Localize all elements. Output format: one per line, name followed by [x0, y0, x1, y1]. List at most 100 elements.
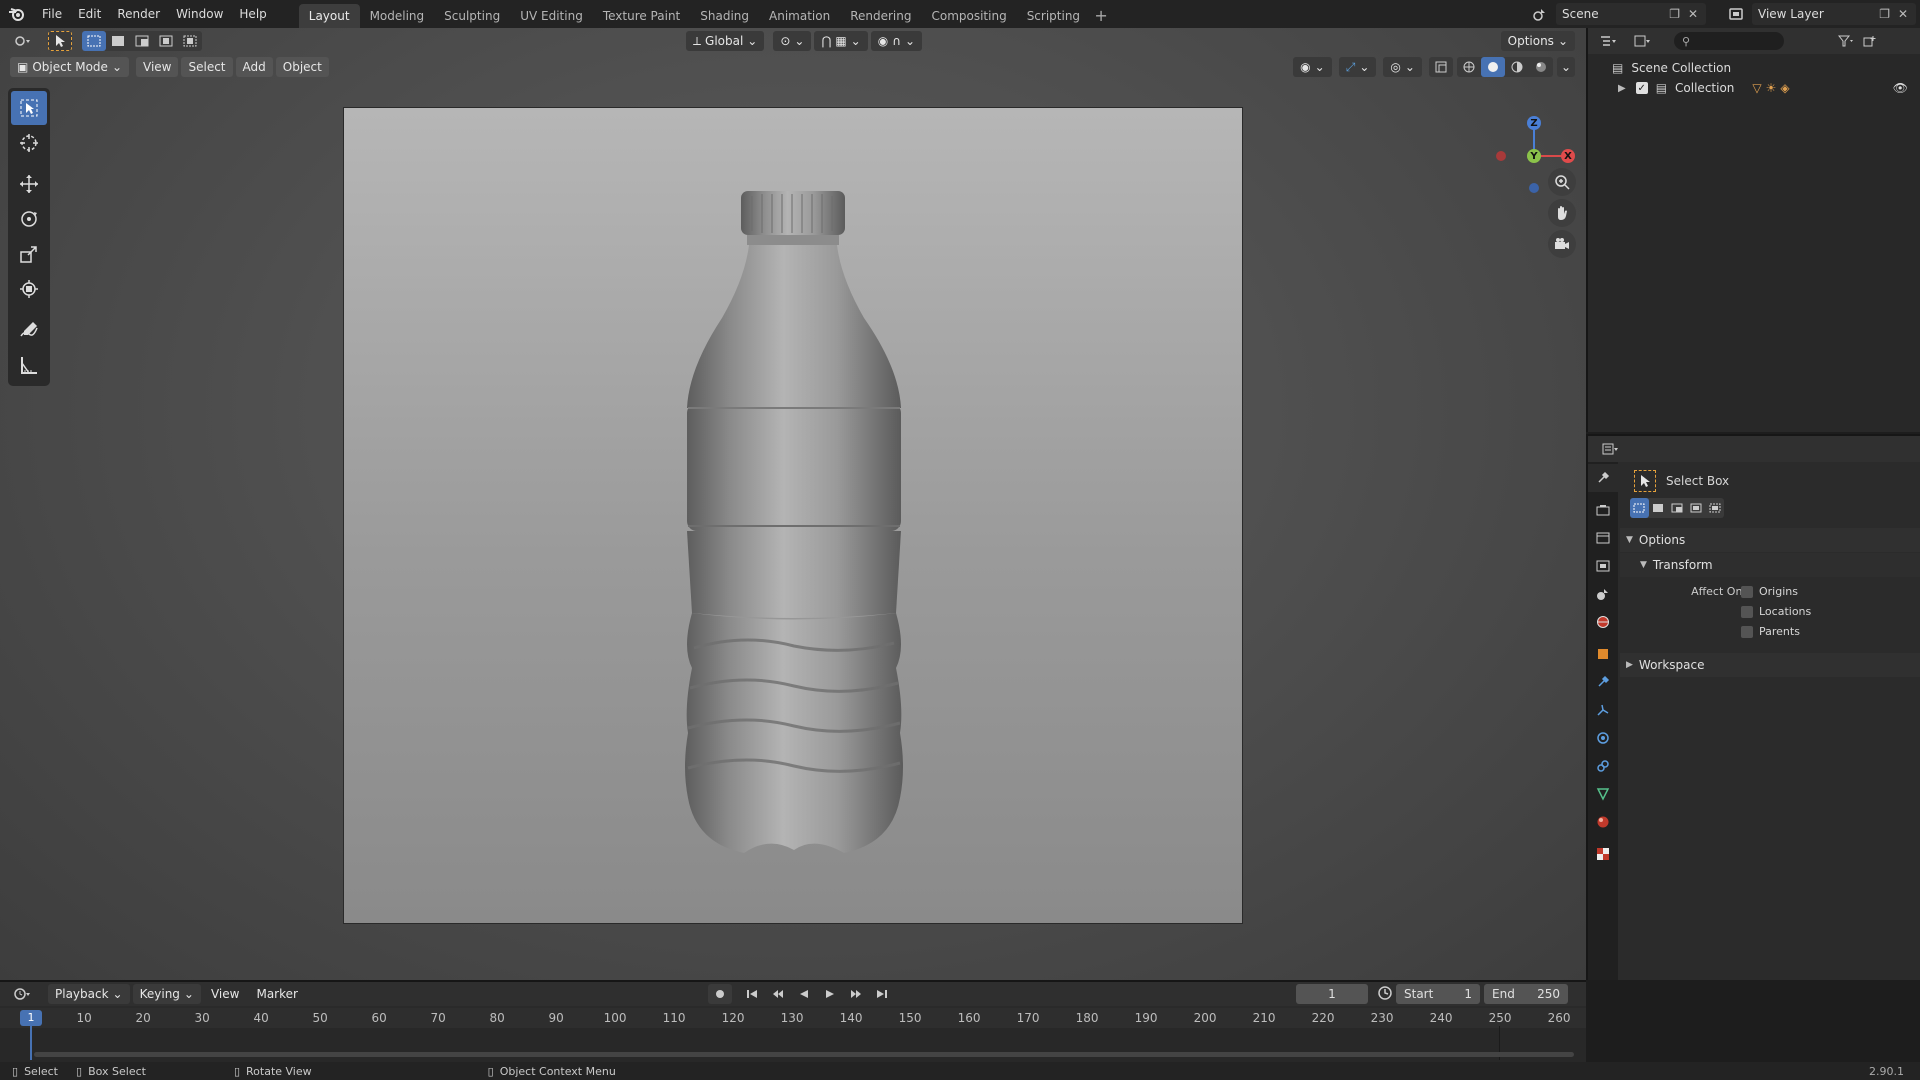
add-menu[interactable]: Add — [235, 57, 273, 77]
pivot-point-dropdown[interactable]: ⊙ ⌄ — [773, 31, 812, 51]
texture-tab-icon[interactable] — [1588, 840, 1618, 868]
view-layer-tab-icon[interactable] — [1588, 552, 1618, 580]
mode-subtract-icon[interactable] — [130, 31, 154, 51]
wireframe-shading-icon[interactable] — [1457, 57, 1481, 77]
camera-object-icon[interactable]: ▽ — [1752, 81, 1761, 95]
tool-tab-icon[interactable] — [1588, 464, 1618, 492]
properties-editor-type-icon[interactable] — [1596, 439, 1626, 459]
object-tab-icon[interactable] — [1588, 640, 1618, 668]
scene-name-field[interactable]: Scene ❐ ✕ — [1556, 3, 1706, 25]
material-tab-icon[interactable] — [1588, 808, 1618, 836]
locations-checkbox[interactable]: Locations — [1741, 605, 1811, 618]
current-frame-field[interactable]: 1 — [1296, 984, 1368, 1004]
modifier-tab-icon[interactable] — [1588, 668, 1618, 696]
constraints-tab-icon[interactable] — [1588, 752, 1618, 780]
gizmo-neg-z-axis[interactable] — [1529, 183, 1539, 193]
jump-start-icon[interactable] — [740, 984, 764, 1004]
mode-set-icon[interactable] — [82, 31, 106, 51]
overlays-dropdown[interactable]: ◎ ⌄ — [1383, 57, 1422, 77]
play-reverse-icon[interactable] — [792, 984, 816, 1004]
collection-checkbox[interactable]: ✓ — [1635, 82, 1648, 94]
menu-file[interactable]: File — [34, 3, 70, 25]
delete-view-layer-icon[interactable]: ✕ — [1898, 7, 1908, 21]
playhead[interactable]: 1 — [20, 1010, 42, 1026]
blender-logo-icon[interactable] — [0, 0, 34, 28]
menu-window[interactable]: Window — [168, 3, 231, 25]
playback-menu[interactable]: Playback ⌄ — [48, 984, 130, 1004]
mode-intersect-icon[interactable] — [1705, 498, 1724, 518]
play-icon[interactable] — [818, 984, 842, 1004]
mode-extend-icon[interactable] — [1649, 498, 1668, 518]
solid-shading-icon[interactable] — [1480, 57, 1505, 77]
menu-help[interactable]: Help — [231, 3, 274, 25]
visibility-dropdown[interactable]: ◉ ⌄ — [1293, 57, 1332, 77]
delete-scene-icon[interactable]: ✕ — [1688, 7, 1698, 21]
timeline-view-menu[interactable]: View — [204, 984, 246, 1004]
tab-sculpting[interactable]: Sculpting — [434, 4, 510, 28]
bottle-model[interactable] — [344, 108, 1244, 925]
expand-arrow-icon[interactable]: ▶ — [1618, 83, 1626, 94]
cursor-icon[interactable] — [11, 126, 47, 160]
tab-animation[interactable]: Animation — [759, 4, 840, 28]
outliner-editor-type-icon[interactable] — [1594, 31, 1624, 51]
view-layer-field[interactable]: View Layer ❐ ✕ — [1752, 3, 1916, 25]
tab-scripting[interactable]: Scripting — [1017, 4, 1090, 28]
scene-selector-icon[interactable] — [1526, 5, 1554, 23]
transform-orientation-dropdown[interactable]: ⟂ Global ⌄ — [686, 31, 765, 51]
new-scene-icon[interactable]: ❐ — [1669, 7, 1680, 21]
rendered-shading-icon[interactable] — [1529, 57, 1553, 77]
gizmo-neg-x-axis[interactable] — [1496, 151, 1506, 161]
scene-collection-row[interactable]: ▤ Scene Collection — [1588, 58, 1920, 78]
output-tab-icon[interactable] — [1588, 524, 1618, 552]
object-data-tab-icon[interactable] — [1588, 780, 1618, 808]
tab-shading[interactable]: Shading — [690, 4, 759, 28]
pan-hand-icon[interactable] — [1548, 199, 1576, 227]
render-tab-icon[interactable] — [1588, 496, 1618, 524]
annotate-icon[interactable] — [11, 313, 47, 347]
transform-subpanel-header[interactable]: ▼ Transform — [1620, 553, 1920, 577]
record-icon[interactable] — [708, 984, 732, 1004]
tab-compositing[interactable]: Compositing — [921, 4, 1016, 28]
world-tab-icon[interactable] — [1588, 608, 1618, 636]
view-menu[interactable]: View — [136, 57, 179, 77]
snap-dropdown[interactable]: ⋂ ▦ ⌄ — [814, 31, 868, 51]
origins-checkbox[interactable]: Origins — [1741, 585, 1798, 598]
mode-set-icon[interactable] — [1630, 498, 1649, 518]
locations-checkbox-box[interactable] — [1741, 605, 1753, 618]
workspace-panel-header[interactable]: ▶ Workspace — [1620, 653, 1920, 677]
timeline-editor-type-icon[interactable] — [8, 984, 38, 1004]
editor-type-icon[interactable] — [8, 31, 38, 51]
transform-icon[interactable] — [11, 272, 47, 306]
tab-uv-editing[interactable]: UV Editing — [510, 4, 593, 28]
options-dropdown[interactable]: Options ⌄ — [1500, 31, 1575, 51]
parents-checkbox-box[interactable] — [1741, 625, 1753, 638]
prev-keyframe-icon[interactable] — [766, 984, 790, 1004]
light-object-icon[interactable]: ☀ — [1766, 81, 1777, 95]
new-collection-icon[interactable] — [1858, 31, 1882, 51]
outliner-search-input[interactable]: ⚲ — [1674, 32, 1784, 50]
object-menu[interactable]: Object — [275, 57, 329, 77]
clock-icon[interactable] — [1378, 986, 1392, 1003]
zoom-icon[interactable] — [1548, 168, 1576, 196]
move-icon[interactable] — [11, 167, 47, 201]
physics-tab-icon[interactable] — [1588, 724, 1618, 752]
proportional-edit-dropdown[interactable]: ◉ ∩ ⌄ — [870, 31, 923, 51]
mode-subtract-icon[interactable] — [1668, 498, 1687, 518]
eye-icon[interactable]: 👁 — [1893, 81, 1908, 95]
mesh-object-icon[interactable]: ◈ — [1780, 81, 1789, 95]
scene-tab-icon[interactable] — [1588, 580, 1618, 608]
add-workspace-button[interactable]: + — [1090, 4, 1112, 28]
gizmo-y-axis[interactable]: Y — [1527, 149, 1541, 163]
parents-checkbox[interactable]: Parents — [1741, 625, 1800, 638]
filter-icon[interactable] — [1834, 31, 1858, 51]
tab-rendering[interactable]: Rendering — [840, 4, 921, 28]
menu-edit[interactable]: Edit — [70, 3, 109, 25]
display-mode-icon[interactable] — [1628, 31, 1658, 51]
next-keyframe-icon[interactable] — [844, 984, 868, 1004]
gizmo-z-axis[interactable]: Z — [1527, 116, 1541, 130]
mode-intersect-icon[interactable] — [178, 31, 202, 51]
mode-difference-icon[interactable] — [154, 31, 178, 51]
tab-layout[interactable]: Layout — [298, 4, 360, 28]
new-view-layer-icon[interactable]: ❐ — [1879, 7, 1890, 21]
mode-difference-icon[interactable] — [1686, 498, 1705, 518]
